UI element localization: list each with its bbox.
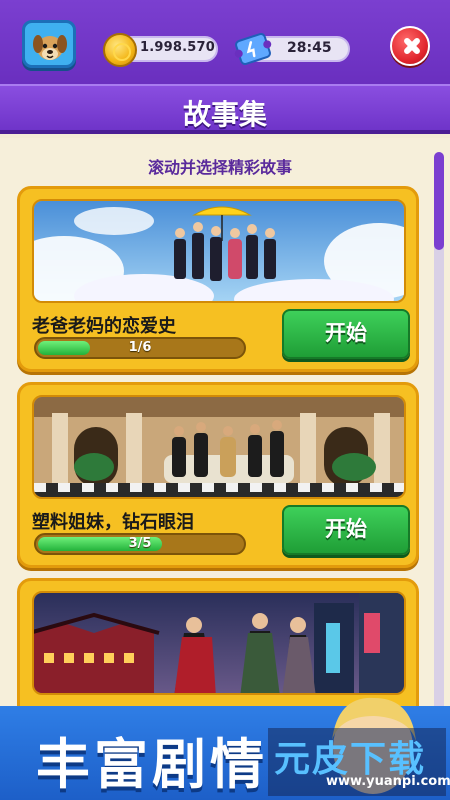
watermark-url: www.yuanpi.com — [326, 774, 450, 789]
story-card[interactable]: 塑料姐妹，钻石眼泪 3/5 开始 — [17, 382, 419, 568]
start-story-button[interactable]: 开始 — [282, 309, 410, 359]
page-subtitle: 滚动并选择精彩故事 — [147, 158, 292, 177]
story-cover-image — [32, 395, 406, 499]
scrollbar-thumb[interactable] — [434, 152, 444, 250]
watermark: 元皮下载 www.yuanpi.com — [268, 728, 450, 796]
story-progress-text: 3/5 — [128, 536, 152, 551]
story-progress-bar: 1/6 — [34, 337, 246, 359]
coin-icon — [103, 33, 137, 67]
scrollbar[interactable] — [434, 152, 444, 712]
ticket-icon — [234, 32, 272, 66]
avatar-button[interactable] — [22, 20, 76, 68]
story-card[interactable]: 老爸老妈的恋爱史 1/6 开始 — [17, 186, 419, 372]
story-cover-image — [32, 591, 406, 695]
story-title: 塑料姐妹，钻石眼泪 — [32, 512, 194, 533]
story-progress-text: 1/6 — [128, 340, 152, 355]
coin-balance: 1.998.570 — [140, 40, 215, 55]
title-bar: 故事集 — [0, 84, 450, 134]
start-story-button[interactable]: 开始 — [282, 505, 410, 555]
close-button[interactable] — [390, 26, 430, 66]
story-progress-bar: 3/5 — [34, 533, 246, 555]
story-cover-image — [32, 199, 406, 303]
promo-banner-text: 丰富剧情 — [36, 733, 268, 796]
top-bar: 1.998.570 28:45 — [0, 0, 450, 84]
story-title: 老爸老妈的恋爱史 — [32, 316, 176, 337]
page-title: 故事集 — [182, 98, 267, 131]
dog-avatar-icon — [33, 35, 67, 60]
timer-value: 28:45 — [287, 40, 332, 56]
